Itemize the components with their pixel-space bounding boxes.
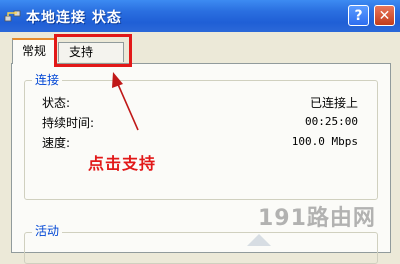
duration-label: 持续时间:: [42, 116, 95, 130]
window-title: 本地连接 状态: [26, 10, 122, 26]
status-label: 状态:: [42, 96, 71, 110]
highlight-box: [54, 34, 132, 67]
activity-group-label: 活动: [32, 222, 63, 239]
speed-value: 100.0 Mbps: [291, 135, 358, 148]
status-value: 已连接上: [309, 96, 358, 110]
network-connection-icon: [4, 10, 21, 22]
watermark: 191路由网: [258, 206, 376, 231]
close-button[interactable]: ✕: [374, 5, 395, 26]
tab-general[interactable]: 常规: [12, 38, 56, 64]
annotation-text: 点击支持: [88, 154, 157, 173]
help-button[interactable]: ?: [348, 5, 369, 26]
activity-group: [24, 232, 378, 264]
duration-value: 00:25:00: [305, 115, 358, 128]
title-bar: 本地连接 状态 ? ✕: [0, 0, 400, 32]
speed-label: 速度:: [42, 136, 71, 150]
connection-group-label: 连接: [32, 71, 63, 88]
watermark-decoration-icon: [247, 234, 271, 246]
